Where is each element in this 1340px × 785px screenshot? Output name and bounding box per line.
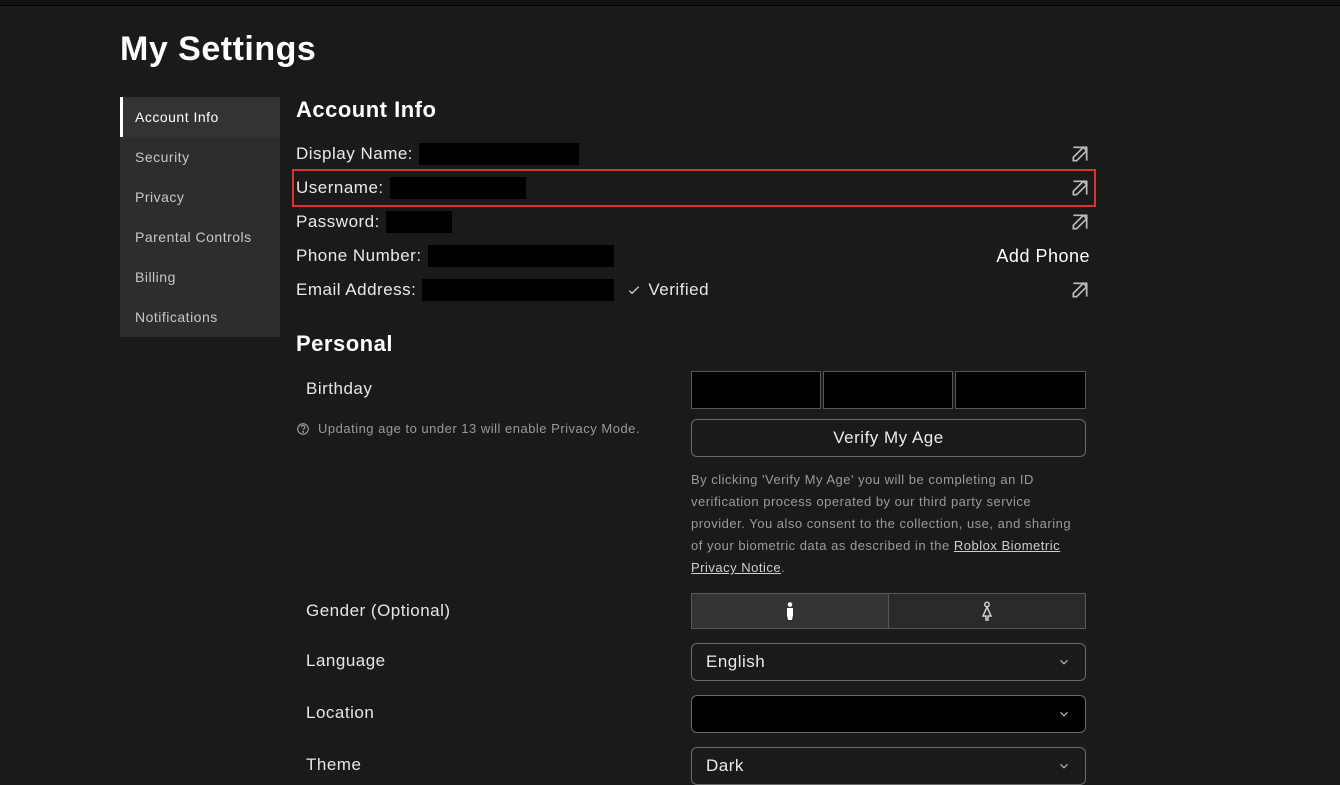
birthday-selects <box>691 371 1086 409</box>
spacer <box>296 629 1086 643</box>
location-select[interactable] <box>691 695 1086 733</box>
section-title-personal: Personal <box>296 331 1090 357</box>
sidebar-item-label: Billing <box>135 269 176 285</box>
section-title-account-info: Account Info <box>296 97 1090 123</box>
cell-birthday-controls: Verify My Age By clicking 'Verify My Age… <box>691 371 1086 579</box>
theme-value: Dark <box>706 756 744 776</box>
sidebar-item-label: Parental Controls <box>135 229 252 245</box>
verified-text: Verified <box>648 280 709 300</box>
female-icon <box>980 601 994 621</box>
sidebar-item-label: Account Info <box>135 109 219 125</box>
label-gender: Gender (Optional) <box>296 593 691 621</box>
row-display-name: Display Name: <box>296 137 1090 171</box>
label-email: Email Address: <box>296 280 416 300</box>
value-display-name-redacted <box>419 143 579 165</box>
cell-birthday-label: Birthday Updating age to under 13 will e… <box>296 371 691 436</box>
value-phone-redacted <box>428 245 614 267</box>
sidebar-item-account-info[interactable]: Account Info <box>120 97 280 137</box>
row-username: Username: <box>296 171 1090 205</box>
value-email-redacted <box>422 279 614 301</box>
theme-select[interactable]: Dark <box>691 747 1086 785</box>
verify-info-suffix: . <box>781 560 785 575</box>
value-password-redacted <box>386 211 452 233</box>
gender-male-button[interactable] <box>692 594 888 628</box>
verified-badge: Verified <box>626 280 709 300</box>
edit-icon[interactable] <box>1070 178 1090 198</box>
spacer <box>296 579 1086 593</box>
sidebar-item-label: Notifications <box>135 309 218 325</box>
check-icon <box>626 282 642 298</box>
label-language: Language <box>296 643 691 671</box>
sidebar-item-billing[interactable]: Billing <box>120 257 280 297</box>
value-username-redacted <box>390 177 526 199</box>
label-theme: Theme <box>296 747 691 775</box>
add-phone-button[interactable]: Add Phone <box>996 246 1090 267</box>
gender-toggle <box>691 593 1086 629</box>
sidebar-item-notifications[interactable]: Notifications <box>120 297 280 337</box>
birthday-day-select[interactable] <box>823 371 953 409</box>
settings-container: My Settings Account Info Security Privac… <box>0 6 1340 785</box>
spacer <box>296 733 1086 747</box>
spacer <box>296 681 1086 695</box>
edit-icon[interactable] <box>1070 280 1090 300</box>
sidebar-item-security[interactable]: Security <box>120 137 280 177</box>
row-phone: Phone Number: Add Phone <box>296 239 1090 273</box>
settings-sidebar: Account Info Security Privacy Parental C… <box>120 97 280 337</box>
layout: Account Info Security Privacy Parental C… <box>120 97 1340 785</box>
personal-grid: Birthday Updating age to under 13 will e… <box>296 371 1090 785</box>
row-password: Password: <box>296 205 1090 239</box>
gender-female-button[interactable] <box>888 594 1085 628</box>
label-password: Password: <box>296 212 380 232</box>
verify-info-text: By clicking 'Verify My Age' you will be … <box>691 469 1086 579</box>
sidebar-item-parental-controls[interactable]: Parental Controls <box>120 217 280 257</box>
birthday-year-select[interactable] <box>955 371 1086 409</box>
label-username: Username: <box>296 178 384 198</box>
edit-icon[interactable] <box>1070 144 1090 164</box>
chevron-down-icon <box>1057 707 1071 721</box>
chevron-down-icon <box>1057 759 1071 773</box>
help-icon <box>296 422 310 436</box>
row-email: Email Address: Verified <box>296 273 1090 307</box>
chevron-down-icon <box>1057 655 1071 669</box>
label-phone: Phone Number: <box>296 246 422 266</box>
verify-my-age-button[interactable]: Verify My Age <box>691 419 1086 457</box>
age-note-text: Updating age to under 13 will enable Pri… <box>318 421 640 436</box>
male-icon <box>783 601 797 621</box>
language-value: English <box>706 652 765 672</box>
label-display-name: Display Name: <box>296 144 413 164</box>
sidebar-item-label: Security <box>135 149 190 165</box>
age-note: Updating age to under 13 will enable Pri… <box>296 421 691 436</box>
page-title: My Settings <box>120 30 1340 69</box>
main-panel: Account Info Display Name: Username: Pas… <box>280 97 1090 785</box>
birthday-month-select[interactable] <box>691 371 821 409</box>
location-value-redacted <box>706 704 1046 724</box>
label-birthday: Birthday <box>296 371 691 399</box>
edit-icon[interactable] <box>1070 212 1090 232</box>
language-select[interactable]: English <box>691 643 1086 681</box>
sidebar-item-label: Privacy <box>135 189 184 205</box>
sidebar-item-privacy[interactable]: Privacy <box>120 177 280 217</box>
label-location: Location <box>296 695 691 723</box>
